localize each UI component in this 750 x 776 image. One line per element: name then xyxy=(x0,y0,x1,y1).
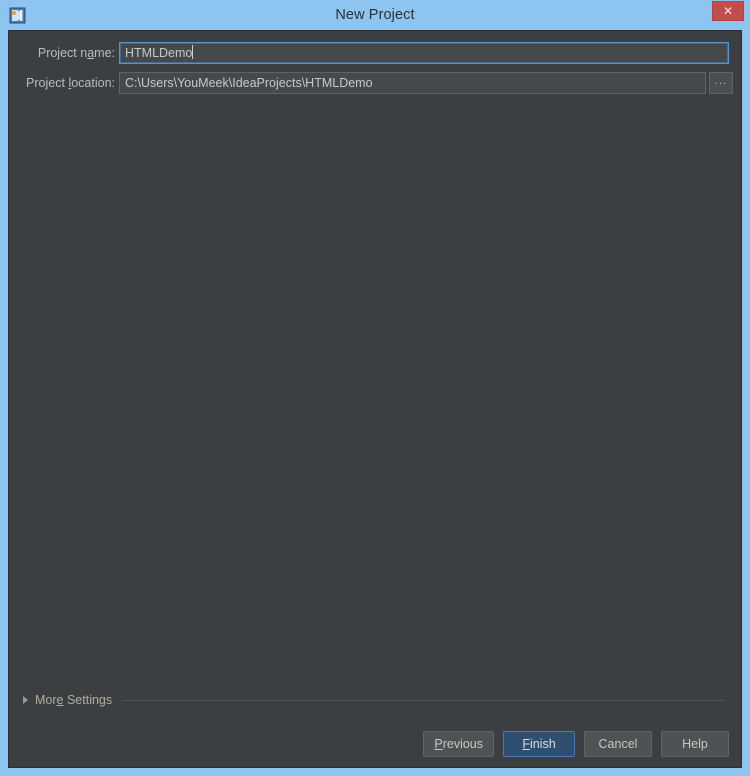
help-button[interactable]: Help xyxy=(661,731,729,757)
project-location-input[interactable]: C:\Users\YouMeek\IdeaProjects\HTMLDemo xyxy=(119,72,706,94)
title-bar: New Project ✕ xyxy=(0,0,750,30)
cancel-button-label: Cancel xyxy=(598,737,638,751)
more-settings-expander[interactable]: More Settings xyxy=(23,691,729,709)
close-icon[interactable]: ✕ xyxy=(712,1,744,21)
triangle-right-icon xyxy=(23,696,28,704)
browse-folder-button[interactable]: ... xyxy=(709,72,733,94)
more-settings-label: More Settings xyxy=(35,693,112,707)
more-settings-label-text-after: Settings xyxy=(63,693,113,707)
project-name-label-text-before: Project n xyxy=(37,46,88,60)
help-button-label: Help xyxy=(682,737,708,751)
project-name-input[interactable]: HTMLDemo xyxy=(119,42,729,64)
finish-button-mnemonic: F xyxy=(522,737,530,751)
project-location-row: Project location: C:\Users\YouMeek\IdeaP… xyxy=(9,71,743,95)
project-name-label: Project name: xyxy=(9,41,115,65)
previous-button[interactable]: Previous xyxy=(423,731,494,757)
previous-button-mnemonic: P xyxy=(434,737,443,751)
project-location-label-text-before: Project xyxy=(26,76,69,90)
previous-button-label: revious xyxy=(442,737,483,751)
project-location-input-value: C:\Users\YouMeek\IdeaProjects\HTMLDemo xyxy=(125,76,373,90)
project-name-label-text-after: me: xyxy=(94,46,115,60)
project-name-row: Project name: HTMLDemo xyxy=(9,41,743,65)
cancel-button[interactable]: Cancel xyxy=(584,731,652,757)
finish-button-label: inish xyxy=(529,737,556,751)
new-project-dialog-window: New Project ✕ Project name: HTMLDemo Pro… xyxy=(0,0,750,776)
project-name-input-value: HTMLDemo xyxy=(125,46,193,60)
separator-line xyxy=(122,699,725,701)
project-location-label: Project location: xyxy=(9,71,115,95)
project-location-label-text-after: ocation: xyxy=(71,76,115,90)
finish-button[interactable]: Finish xyxy=(503,731,575,757)
text-caret xyxy=(192,45,194,59)
dialog-button-bar: Previous Finish Cancel Help xyxy=(423,731,729,757)
dialog-content: Project name: HTMLDemo Project location:… xyxy=(8,30,742,768)
more-settings-label-text-before: Mor xyxy=(35,693,57,707)
window-title: New Project xyxy=(335,7,415,23)
